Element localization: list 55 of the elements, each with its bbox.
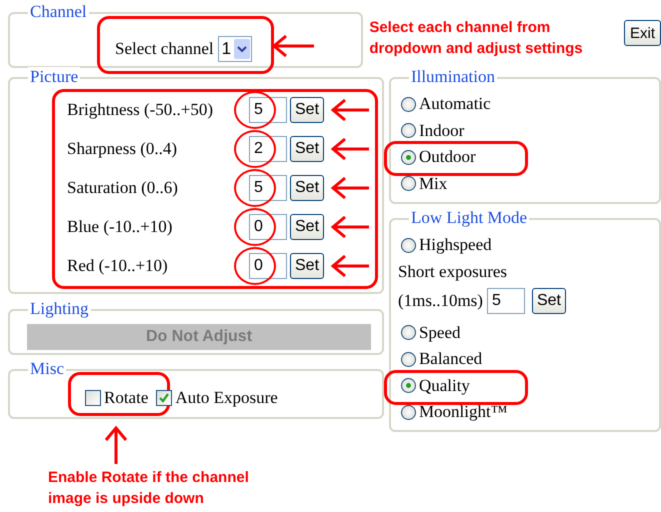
- option-label: Automatic: [418, 93, 491, 115]
- arrow-icon: [104, 426, 128, 464]
- option-label: Rotate: [104, 387, 148, 409]
- channel-dropdown[interactable]: 1: [218, 36, 252, 62]
- group-title: Lighting: [28, 299, 91, 319]
- option-label: Balanced: [418, 348, 482, 370]
- setting-label: Blue (-10..+10): [67, 217, 174, 237]
- option-label: Outdoor: [418, 146, 476, 168]
- radio-button[interactable]: [400, 378, 416, 393]
- radio-button[interactable]: [400, 123, 416, 138]
- radio-button[interactable]: [400, 352, 416, 366]
- option-label: Mix: [418, 172, 448, 194]
- option-label: Highspeed: [418, 234, 492, 256]
- arrow-icon: [331, 215, 370, 239]
- value-field[interactable]: 5: [249, 97, 287, 123]
- setting-label: Brightness (-50..+50): [67, 100, 214, 120]
- annotation-note: Enable Rotate if the channel image is upside down: [48, 468, 250, 509]
- radio-button[interactable]: [400, 404, 416, 420]
- value-field[interactable]: 5: [249, 175, 287, 201]
- radio-button[interactable]: [400, 238, 416, 252]
- option-label: Moonlight™: [418, 401, 508, 423]
- set-button[interactable]: Set: [290, 97, 324, 123]
- arrow-icon: [331, 137, 370, 161]
- radio-button[interactable]: [400, 150, 416, 164]
- value-field[interactable]: 0: [249, 253, 287, 279]
- annotation-note: Select each channel from dropdown and adjust settings: [369, 18, 584, 59]
- setting-label: Sharpness (0..4): [67, 139, 178, 159]
- group-title: Low Light Mode: [408, 208, 530, 228]
- radio-button[interactable]: [400, 96, 416, 112]
- exit-button[interactable]: Exit: [624, 20, 661, 46]
- arrow-icon: [331, 254, 370, 278]
- checkbox[interactable]: [156, 390, 172, 406]
- set-button[interactable]: Set: [290, 175, 324, 201]
- field-label: Short exposures: [398, 260, 508, 282]
- setting-label: Saturation (0..6): [67, 178, 179, 198]
- radio-button[interactable]: [400, 325, 416, 340]
- set-button[interactable]: Set: [290, 136, 324, 162]
- value-field[interactable]: 0: [249, 214, 287, 240]
- option-label: Quality: [418, 374, 470, 396]
- option-label: Indoor: [418, 120, 464, 142]
- field-label: Select channel: [115, 39, 214, 59]
- arrow-icon: [272, 34, 314, 58]
- checkbox[interactable]: [85, 390, 101, 406]
- radio-button[interactable]: [400, 176, 416, 191]
- arrow-icon: [331, 98, 370, 122]
- value-field[interactable]: 5: [486, 288, 525, 314]
- set-button[interactable]: Set: [532, 288, 566, 314]
- field-label: (1ms..10ms): [398, 291, 483, 311]
- option-label: Speed: [418, 322, 460, 344]
- arrow-icon: [331, 176, 370, 200]
- set-button[interactable]: Set: [290, 253, 324, 279]
- option-label: Auto Exposure: [175, 387, 278, 409]
- set-button[interactable]: Set: [290, 214, 324, 240]
- value-field[interactable]: 2: [249, 136, 287, 162]
- setting-label: Red (-10..+10): [67, 256, 169, 276]
